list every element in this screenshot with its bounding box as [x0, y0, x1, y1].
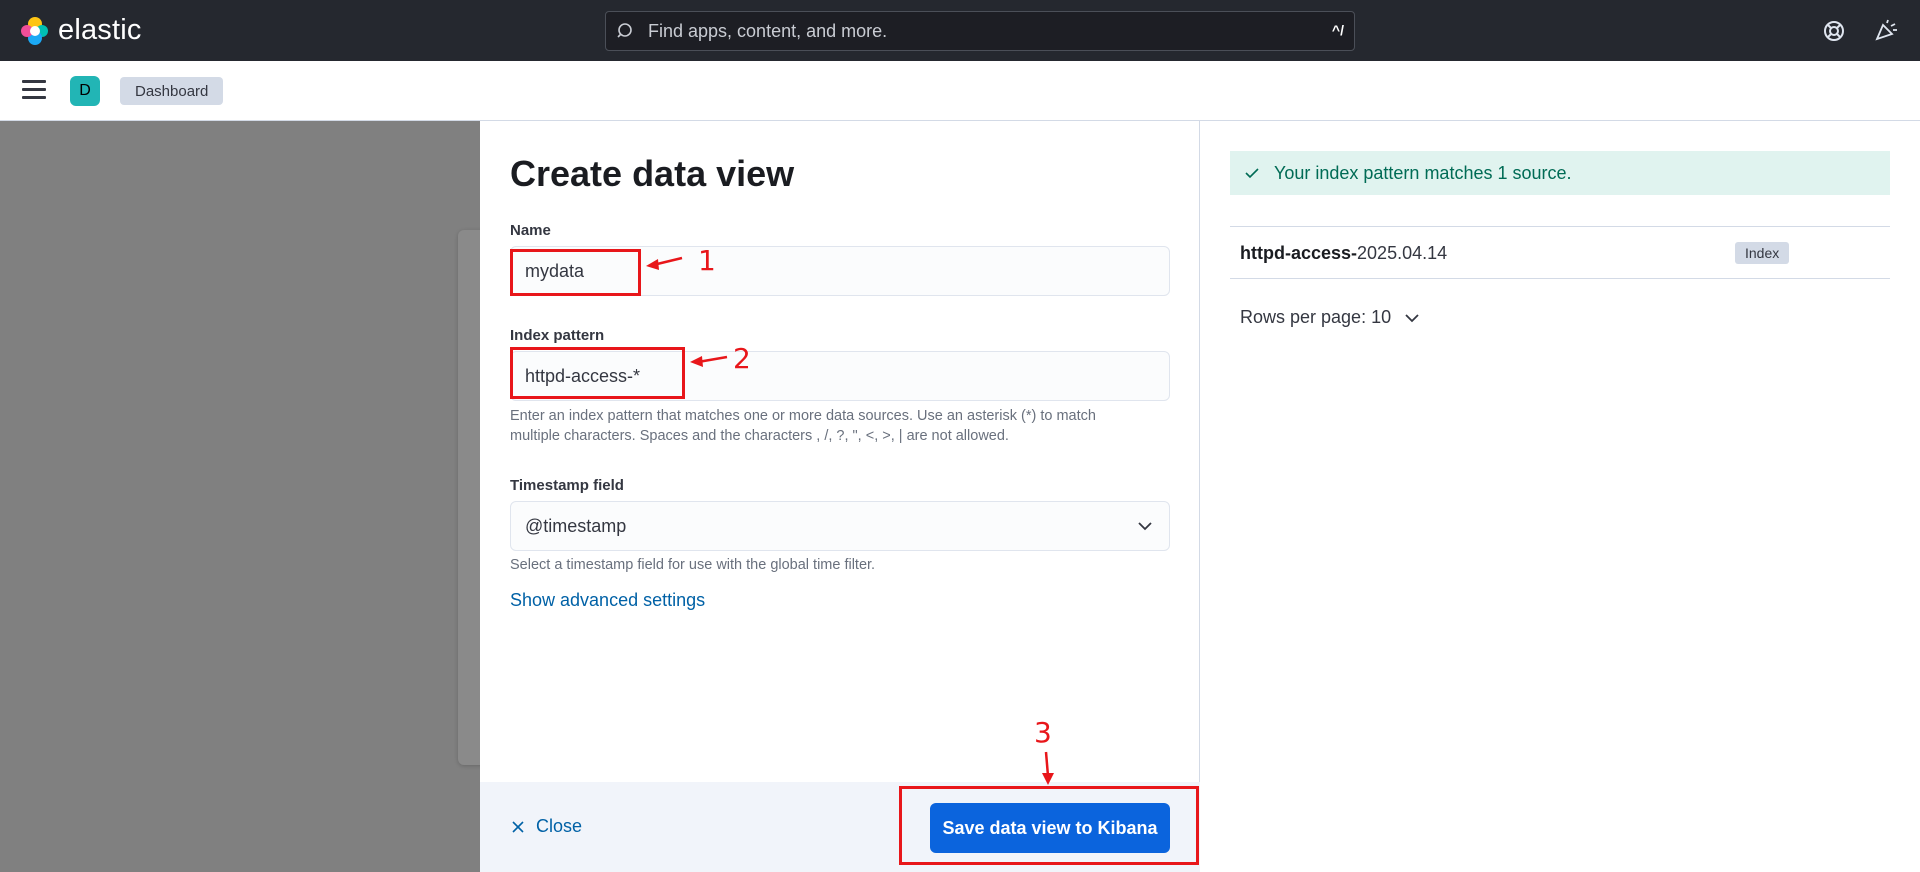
annotation-arrowhead-3 [1042, 773, 1054, 785]
annotation-arrows [646, 256, 1054, 785]
annotation-arrow-3 [1044, 751, 1050, 777]
annotation-arrowhead-1 [646, 259, 659, 270]
annotation-step-3: 3 [1034, 716, 1052, 749]
annotation-step-1: 1 [698, 244, 716, 277]
annotation-step-2: 2 [733, 342, 751, 375]
annotation-arrowhead-2 [690, 356, 703, 367]
